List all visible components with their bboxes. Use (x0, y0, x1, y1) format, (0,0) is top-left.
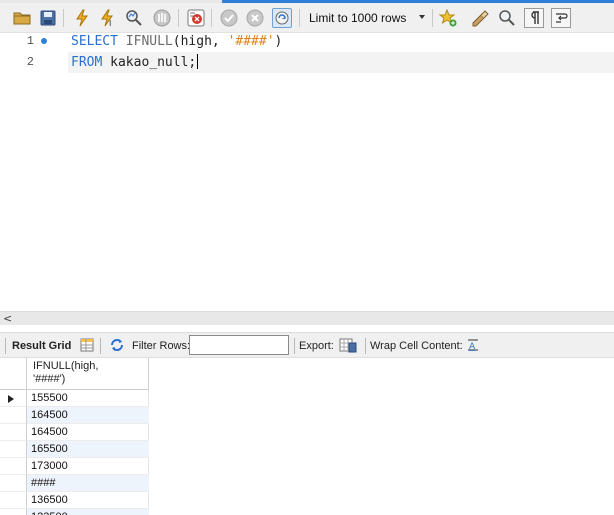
table-row[interactable]: 136500 (0, 492, 149, 509)
execute-current-icon[interactable]: I (98, 8, 118, 28)
sql-text: ) (274, 34, 283, 49)
row-gutter[interactable] (0, 475, 27, 492)
sql-keyword: SELECT (71, 34, 118, 49)
table-row[interactable]: 123500 (0, 509, 149, 515)
chevron-down-icon (419, 15, 425, 19)
sql-string: '####' (227, 34, 275, 49)
rollback-icon[interactable] (245, 8, 265, 28)
stop-icon[interactable] (152, 8, 172, 28)
row-pointer-icon (8, 395, 14, 403)
sql-function: IFNULL (125, 34, 173, 49)
svg-text:I: I (109, 19, 111, 27)
export-icon[interactable] (339, 336, 357, 354)
table-row[interactable]: 165500 (0, 441, 149, 458)
wrap-icon[interactable] (551, 8, 571, 28)
table-row[interactable]: 155500 (0, 390, 149, 407)
sql-code[interactable]: SELECT IFNULL(high, '####') (71, 31, 282, 52)
grid-cell[interactable]: 155500 (27, 390, 149, 407)
grid-layout-icon[interactable] (78, 336, 96, 354)
scroll-left-icon[interactable]: < (3, 313, 12, 325)
toolbar-separator (100, 338, 101, 354)
line-number: 1 (26, 34, 34, 48)
toolbar-separator (63, 9, 64, 27)
sql-code[interactable]: FROM kakao_null; (71, 52, 199, 73)
statement-marker-icon (41, 38, 47, 44)
grid-cell[interactable]: 164500 (27, 407, 149, 424)
row-gutter[interactable] (0, 509, 27, 515)
editor-line-1[interactable]: 1 SELECT IFNULL(high, '####') (0, 31, 614, 52)
save-icon[interactable] (38, 8, 58, 28)
toolbar-separator (365, 338, 366, 354)
column-header-ifnull[interactable]: IFNULL(high, '####') (33, 360, 143, 386)
sql-keyword: FROM (71, 55, 103, 70)
result-grid-tab[interactable]: Result Grid (12, 340, 71, 352)
beautify-icon[interactable] (470, 8, 490, 28)
row-gutter[interactable] (0, 492, 27, 509)
toolbar-separator (294, 338, 295, 354)
sql-editor-toolbar: I Limit to 1000 rows (0, 3, 614, 33)
grid-cell[interactable]: #### (27, 475, 149, 492)
grid-cell[interactable]: 173000 (27, 458, 149, 475)
grid-cell[interactable]: 123500 (27, 509, 149, 515)
table-row[interactable]: 164500 (0, 424, 149, 441)
refresh-icon[interactable] (108, 336, 126, 354)
sql-text: (high, (172, 34, 228, 49)
grid-cell[interactable]: 164500 (27, 424, 149, 441)
table-row[interactable]: 173000 (0, 458, 149, 475)
table-row[interactable]: 164500 (0, 407, 149, 424)
row-gutter[interactable] (0, 407, 27, 424)
text-caret (197, 54, 199, 69)
row-gutter[interactable] (0, 441, 27, 458)
invisible-chars-icon[interactable] (524, 8, 544, 28)
toolbar-separator (299, 9, 300, 27)
toolbar-separator (178, 9, 179, 27)
autocommit-icon[interactable] (272, 8, 292, 28)
limit-rows-select[interactable]: Limit to 1000 rows (305, 9, 428, 27)
sql-editor[interactable]: 1 SELECT IFNULL(high, '####') 2 FROM kak… (0, 33, 614, 311)
grid-cell[interactable]: 165500 (27, 441, 149, 458)
toolbar-separator (5, 338, 6, 354)
grid-corner (0, 358, 27, 390)
wrap-cell-content-icon[interactable]: A (464, 336, 482, 354)
export-label: Export: (299, 340, 334, 352)
grid-cell[interactable]: 136500 (27, 492, 149, 509)
toolbar-separator (211, 9, 212, 27)
result-grid[interactable]: IFNULL(high, '####') 155500 164500 164500 1… (0, 358, 614, 515)
row-gutter[interactable] (0, 458, 27, 475)
row-gutter[interactable] (0, 390, 27, 407)
svg-text:A: A (469, 342, 476, 352)
explain-icon[interactable] (124, 8, 144, 28)
filter-rows-input[interactable] (189, 335, 289, 355)
grid-header: IFNULL(high, '####') (0, 358, 149, 390)
row-gutter[interactable] (0, 424, 27, 441)
open-folder-icon[interactable] (12, 8, 32, 28)
result-toolbar: Result Grid Filter Rows: Export: Wrap Ce… (0, 332, 614, 358)
line-number: 2 (26, 55, 34, 69)
execute-icon[interactable] (72, 8, 92, 28)
bookmark-icon[interactable] (438, 8, 458, 28)
filter-rows-label: Filter Rows: (132, 340, 191, 352)
commit-icon[interactable] (219, 8, 239, 28)
table-row[interactable]: #### (0, 475, 149, 492)
toolbar-separator (432, 9, 433, 27)
toggle-error-icon[interactable] (186, 8, 206, 28)
sql-text: kakao_null; (102, 55, 197, 70)
wrap-cell-content-label: Wrap Cell Content: (370, 340, 463, 352)
find-icon[interactable] (497, 8, 517, 28)
editor-line-2[interactable]: 2 FROM kakao_null; (0, 52, 614, 73)
horizontal-scrollbar[interactable]: < (0, 311, 614, 325)
limit-rows-label: Limit to 1000 rows (309, 11, 407, 25)
